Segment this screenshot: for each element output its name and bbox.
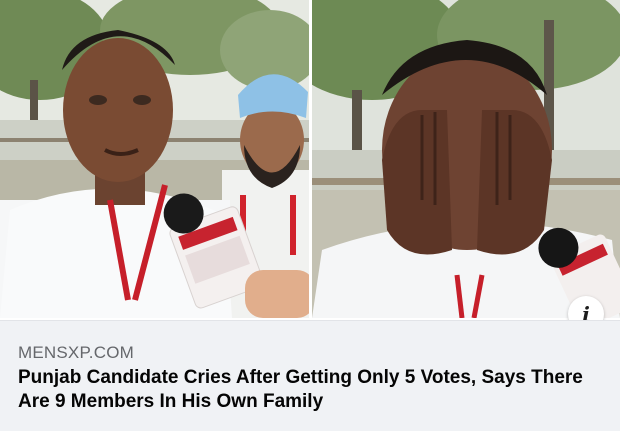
candidate-interview-photo — [0, 0, 309, 318]
preview-image[interactable]: i — [0, 0, 620, 332]
link-headline[interactable]: Punjab Candidate Cries After Getting Onl… — [18, 366, 608, 414]
candidate-crying-photo — [312, 0, 620, 318]
link-domain: MENSXP.COM — [18, 343, 134, 362]
link-preview-card[interactable]: i MENSXP.COM Punjab Candidate Cries Afte… — [0, 0, 620, 431]
link-meta[interactable]: MENSXP.COM Punjab Candidate Cries After … — [0, 320, 620, 431]
